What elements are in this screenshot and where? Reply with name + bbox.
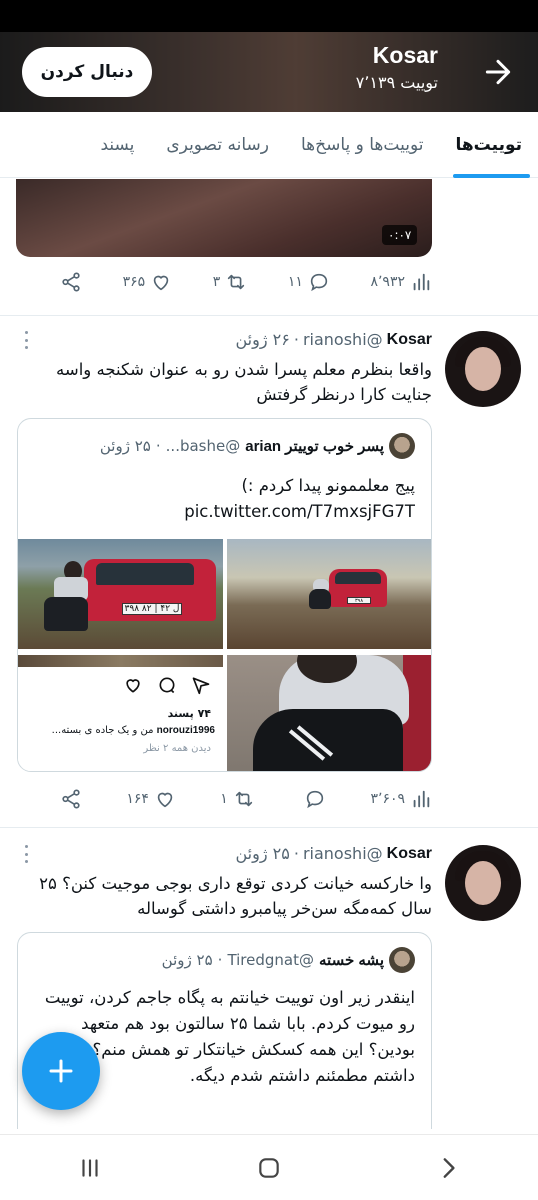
license-plate: ۳۹۸ (347, 597, 371, 604)
profile-tabs: توییت‌ها توییت‌ها و پاسخ‌ها رسانه تصویری… (0, 112, 538, 178)
view-count: ۳٬۶۰۹ (370, 791, 405, 807)
back-arrow-icon[interactable] (482, 56, 514, 88)
heart-icon (153, 275, 169, 291)
retweet-button[interactable]: ۳ (213, 271, 248, 293)
quote-date: ۲۵ ژوئن (161, 951, 213, 969)
quote-avatar (389, 947, 415, 973)
quote-photo-4[interactable] (227, 655, 431, 771)
retweet-count: ۳ (212, 274, 221, 290)
profile-header: دنبال کردن Kosar ۷٬۱۳۹ توییت (0, 32, 538, 112)
reply-button[interactable]: ۱۱ (288, 271, 330, 293)
tab-tweets-replies[interactable]: توییت‌ها و پاسخ‌ها (285, 112, 440, 178)
tweet-actions: ۳۶۵ ۳ ۱۱ ۸٬۹۳۲ (60, 271, 432, 293)
send-icon (192, 677, 210, 695)
quote-author-handle: @Tiredgnat (227, 951, 314, 969)
tab-tweets[interactable]: توییت‌ها (439, 112, 538, 178)
views-button[interactable]: ۸٬۹۳۲ (370, 271, 432, 293)
tweet-count: ۷٬۱۳۹ توییت (355, 73, 438, 92)
back-icon[interactable] (435, 1155, 461, 1181)
quote-header: پشه خسته @Tiredgnat · ۲۵ ژوئن (162, 947, 415, 973)
insta-caption: norouzi1996 من و یک جاده ی بسته... (51, 725, 215, 736)
tab-media[interactable]: رسانه تصویری (150, 112, 285, 178)
avatar[interactable] (445, 331, 521, 407)
insta-likes: ۷۴ پسند (167, 707, 211, 720)
quote-header: پسر خوب توییتر arian @bashe... · ۲۵ ژوئن (100, 433, 415, 459)
view-count: ۸٬۹۳۲ (370, 274, 405, 290)
reply-button[interactable] (299, 788, 326, 810)
reply-icon (306, 790, 324, 809)
compose-tweet-button[interactable] (22, 1032, 100, 1110)
quote-date: ۲۵ ژوئن (99, 437, 151, 455)
quote-author-name: پسر خوب توییتر arian (245, 438, 384, 455)
video-duration: ۰:۰۷ (382, 225, 418, 245)
profile-name: Kosar (372, 42, 438, 68)
quoted-tweet[interactable]: پسر خوب توییتر arian @bashe... · ۲۵ ژوئن… (17, 418, 432, 772)
author-name[interactable]: Kosar (387, 845, 432, 863)
like-button[interactable]: ۳۶۵ (123, 271, 173, 293)
like-button[interactable]: ۱۶۴ (126, 788, 176, 810)
insta-view-comments: دیدن همه ۲ نظر (143, 743, 211, 754)
reply-count: ۱۱ (287, 274, 303, 290)
active-tab-indicator (453, 173, 530, 178)
reply-icon (310, 273, 328, 292)
like-count: ۳۶۵ (122, 274, 146, 290)
share-icon (62, 789, 80, 809)
author-handle[interactable]: @rianoshi (303, 330, 383, 349)
like-count: ۱۶۴ (126, 791, 149, 807)
quote-photo-3[interactable]: ۷۴ پسند norouzi1996 من و یک جاده ی بسته.… (18, 655, 223, 771)
video-media[interactable]: ۰:۰۷ (16, 179, 432, 257)
retweet-icon (228, 274, 245, 290)
home-icon[interactable] (256, 1155, 282, 1181)
plus-icon (49, 1059, 73, 1083)
share-button[interactable] (60, 788, 82, 810)
analytics-icon (413, 273, 430, 291)
tweet-divider (0, 315, 538, 316)
author-name[interactable]: Kosar (387, 331, 432, 349)
follow-button[interactable]: دنبال کردن (22, 47, 152, 97)
tweet-date[interactable]: ۲۵ ژوئن (236, 844, 290, 863)
author-handle[interactable]: @rianoshi (303, 844, 383, 863)
tweet-actions: ۱۶۴ ۱ ۳٬۶۰۹ (60, 788, 432, 810)
tweet-feed: ۰:۰۷ ۳۶۵ ۳ ۱۱ ۸٬۹۳۲ Kosar @rianoshi · ۲۶… (0, 179, 538, 1129)
tweet-date[interactable]: ۲۶ ژوئن (236, 330, 290, 349)
more-options-icon[interactable] (25, 331, 31, 349)
tweet-header: Kosar @rianoshi · ۲۵ ژوئن (235, 844, 433, 863)
retweet-count: ۱ (220, 791, 228, 807)
retweet-button[interactable]: ۱ (220, 788, 255, 810)
quote-author-handle: @bashe... (165, 437, 241, 455)
quote-text: پیج معلممونو پیدا کردم :) pic.twitter.co… (184, 476, 415, 521)
tweet-text: وا خارکسه خیانت کردی توقع داری بوجی موجی… (39, 874, 432, 918)
status-bar (0, 0, 538, 32)
comment-icon (159, 677, 175, 694)
heart-icon (157, 792, 173, 808)
system-nav-bar (0, 1134, 538, 1200)
tweet-header: Kosar @rianoshi · ۲۶ ژوئن (235, 330, 433, 349)
header-title: Kosar ۷٬۱۳۹ توییت (356, 42, 438, 92)
share-button[interactable] (60, 271, 82, 293)
more-options-icon[interactable] (25, 845, 31, 863)
avatar[interactable] (445, 845, 521, 921)
quote-avatar (389, 433, 415, 459)
retweet-icon (235, 791, 252, 807)
quote-photo-2[interactable]: ۳۹۸ (227, 539, 431, 649)
quote-author-name: پشه خسته (319, 952, 384, 969)
license-plate: ۳۹۸ ل ۴۲ | ۸۲ (122, 603, 182, 615)
quote-photo-1[interactable]: ۳۹۸ ل ۴۲ | ۸۲ (18, 539, 223, 649)
tweet-text: واقعا بنظرم معلم پسرا شدن رو به عنوان شک… (56, 360, 432, 404)
recent-apps-icon[interactable] (77, 1155, 103, 1181)
analytics-icon (413, 790, 430, 808)
tab-likes[interactable]: پسند (84, 112, 150, 178)
share-icon (62, 272, 80, 292)
views-button[interactable]: ۳٬۶۰۹ (370, 788, 432, 810)
tweet-divider (0, 827, 538, 828)
heart-icon (126, 679, 140, 693)
